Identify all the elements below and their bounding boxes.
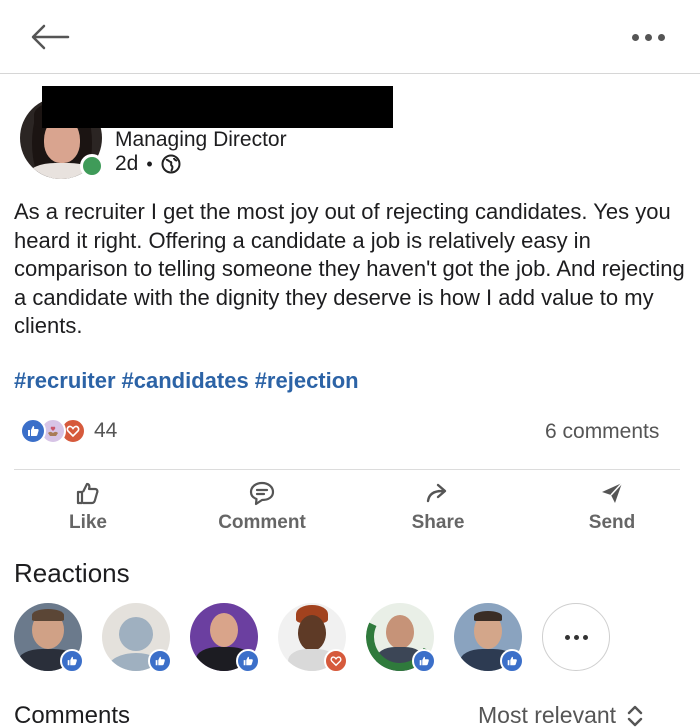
comments-heading: Comments (14, 702, 131, 728)
like-badge-icon (236, 649, 260, 673)
love-badge-icon (324, 649, 348, 673)
like-badge-icon (412, 649, 436, 673)
sort-label: Most relevant (478, 702, 617, 728)
more-icon (564, 634, 570, 640)
send-icon (602, 482, 623, 503)
top-bar (0, 0, 700, 74)
like-icon (76, 482, 99, 505)
sort-dropdown[interactable]: Most relevant (478, 702, 644, 728)
divider (14, 469, 680, 470)
share-button[interactable]: Share (378, 480, 498, 540)
comments-count-link[interactable]: 6 comments (545, 420, 659, 444)
reactor-avatar[interactable] (278, 603, 348, 673)
like-badge-icon (60, 649, 84, 673)
reactor-avatar[interactable] (366, 603, 436, 673)
comment-label: Comment (218, 512, 306, 533)
send-button[interactable]: Send (552, 480, 672, 540)
like-label: Like (68, 512, 108, 533)
post-meta: 2d • (115, 152, 181, 176)
more-icon (631, 33, 639, 41)
more-reactions-button[interactable] (542, 603, 610, 671)
more-options-button[interactable] (622, 22, 674, 52)
reactor-avatar[interactable] (190, 603, 260, 673)
share-label: Share (411, 512, 465, 533)
reactor-avatar[interactable] (102, 603, 172, 673)
like-reaction-icon (20, 418, 46, 444)
like-badge-icon (148, 649, 172, 673)
meta-separator: • (146, 153, 153, 174)
action-bar: Like Comment Share Send (0, 480, 700, 540)
hashtag-link[interactable]: #rejection (255, 368, 359, 394)
comment-icon (249, 481, 275, 506)
sort-icon (627, 705, 643, 726)
reaction-count: 44 (94, 419, 118, 442)
share-icon (426, 483, 447, 503)
globe-icon (161, 154, 181, 174)
author-headline: Managing Director (115, 128, 287, 151)
reactor-avatar[interactable] (14, 603, 84, 673)
back-arrow-icon (31, 24, 70, 50)
reactor-avatar[interactable] (454, 603, 524, 673)
reaction-summary[interactable]: 44 (20, 418, 117, 444)
online-status-indicator (80, 154, 104, 178)
back-button[interactable] (30, 18, 80, 56)
author-name-redacted[interactable] (42, 86, 393, 128)
like-button[interactable]: Like (28, 480, 148, 540)
post-text: As a recruiter I get the most joy out of… (14, 199, 685, 338)
hashtags: #recruiter #candidates #rejection (14, 368, 359, 394)
send-label: Send (588, 512, 636, 533)
comment-button[interactable]: Comment (202, 480, 322, 540)
hashtag-link[interactable]: #recruiter (14, 368, 116, 394)
hashtag-link[interactable]: #candidates (122, 368, 249, 394)
like-badge-icon (500, 649, 524, 673)
post-age: 2d (115, 152, 139, 175)
reactions-heading: Reactions (14, 558, 130, 588)
